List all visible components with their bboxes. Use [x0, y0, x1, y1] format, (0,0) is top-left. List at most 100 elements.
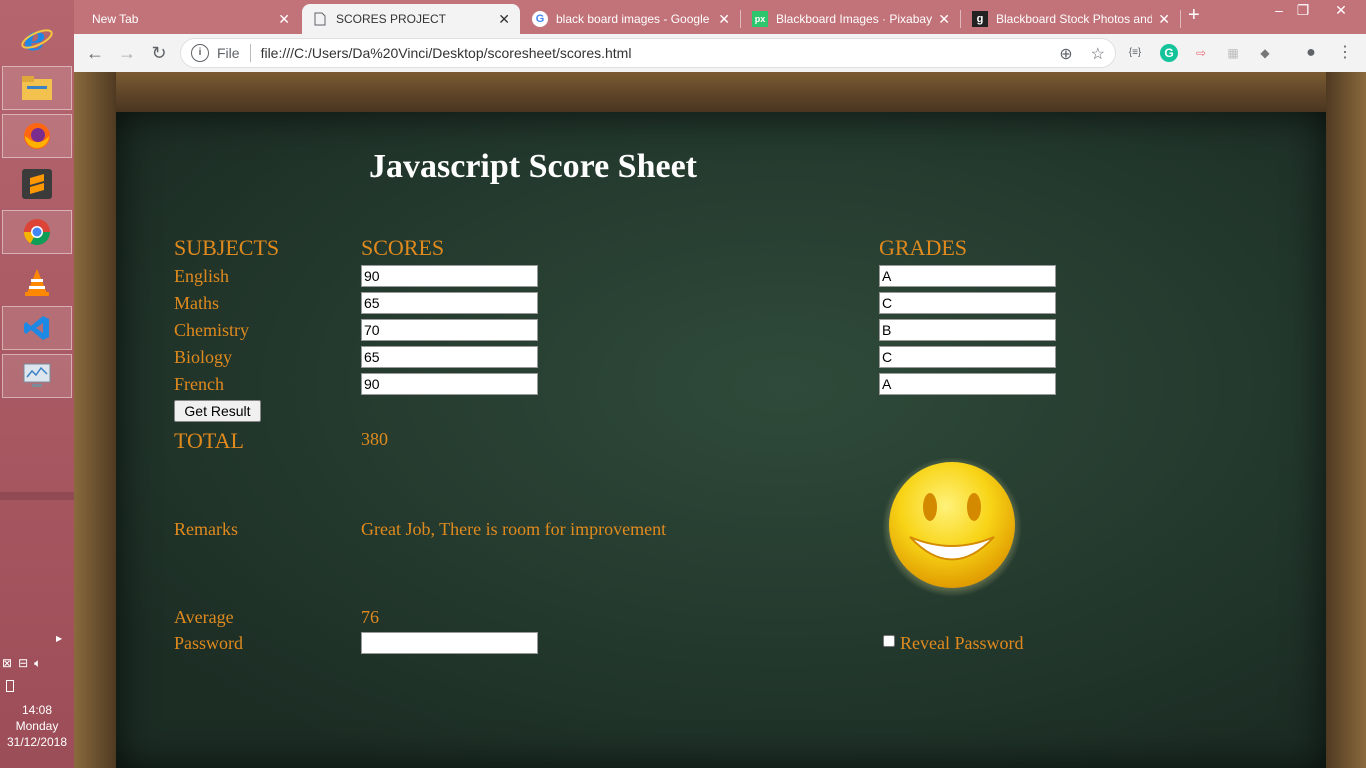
network-error-icon[interactable]: ⊠	[2, 656, 12, 671]
reveal-password-label[interactable]: Reveal Password	[900, 633, 1023, 654]
tab-title: Blackboard Stock Photos and	[996, 12, 1153, 26]
vlc-icon[interactable]	[2, 260, 72, 304]
tab-separator	[1180, 10, 1181, 28]
address-bar[interactable]: i File file:///C:/Users/Da%20Vinci/Deskt…	[180, 38, 1116, 68]
forward-arrow-icon[interactable]: →	[116, 42, 138, 64]
grade-input[interactable]: A	[879, 265, 1056, 287]
grade-input[interactable]: C	[879, 346, 1056, 368]
menu-dots-icon[interactable]: ⋮	[1336, 44, 1354, 62]
show-hidden-icons-icon[interactable]: ▶	[56, 634, 62, 643]
score-input[interactable]: 70	[361, 319, 538, 341]
smiley-face-icon	[882, 457, 1022, 607]
subject-label: French	[174, 374, 224, 394]
subject-label: Maths	[174, 293, 219, 313]
pixabay-icon: px	[752, 11, 768, 27]
zoom-icon[interactable]: ⊕	[1059, 44, 1072, 64]
network-icon[interactable]: ⊟	[18, 656, 28, 671]
tab-separator	[960, 10, 961, 28]
sublime-text-icon[interactable]	[2, 162, 72, 206]
blackboard-frame-left	[74, 72, 116, 768]
grade-input[interactable]: A	[879, 373, 1056, 395]
score-input[interactable]: 65	[361, 292, 538, 314]
close-icon[interactable]: ✕	[278, 11, 290, 28]
tab-title: Blackboard Images · Pixabay ·	[776, 12, 933, 26]
profile-icon[interactable]: ●	[1302, 44, 1320, 62]
google-icon: G	[532, 11, 548, 27]
password-input[interactable]	[361, 632, 538, 654]
extension-layers-icon[interactable]: ◆	[1256, 44, 1274, 62]
bookmark-star-icon[interactable]: ☆	[1091, 44, 1105, 64]
clock-date: 31/12/2018	[6, 735, 68, 749]
grades-header: GRADES	[879, 235, 968, 260]
browser-toolbar: ← → ↻ i File file:///C:/Users/Da%20Vinci…	[74, 34, 1366, 73]
close-icon[interactable]: ✕	[938, 11, 950, 28]
getty-icon: g	[972, 11, 988, 27]
tab-title: New Tab	[92, 12, 139, 26]
average-label: Average	[174, 607, 234, 627]
subject-label: Chemistry	[174, 320, 249, 340]
page-content: Javascript Score Sheet SUBJECTS SCORES G…	[74, 72, 1366, 768]
windows-taskbar: e ▶ ⊠ ⊟ 🔈︎ 14:08 Monday 31/12/2018	[0, 0, 74, 768]
remarks-value: Great Job, There is room for improvement	[361, 519, 667, 539]
subject-label: English	[174, 266, 230, 286]
system-monitor-icon[interactable]	[2, 354, 72, 398]
volume-icon[interactable]: 🔈︎	[34, 656, 41, 671]
firefox-icon[interactable]	[2, 114, 72, 158]
tab-google-search[interactable]: G black board images - Google ✕	[522, 4, 740, 34]
tab-getty-images[interactable]: g Blackboard Stock Photos and ✕	[962, 4, 1180, 34]
file-explorer-icon[interactable]	[2, 66, 72, 110]
restore-icon[interactable]: ❐	[1288, 2, 1318, 19]
password-label: Password	[174, 633, 244, 653]
tab-new-tab[interactable]: New Tab ✕	[82, 4, 300, 34]
clock-day: Monday	[15, 719, 59, 733]
battery-icon[interactable]	[6, 680, 14, 692]
tab-title: SCORES PROJECT	[336, 12, 447, 26]
clock-time: 14:08	[21, 703, 53, 717]
tab-pixabay[interactable]: px Blackboard Images · Pixabay · ✕	[742, 4, 960, 34]
tab-separator	[740, 10, 741, 28]
score-input[interactable]: 90	[361, 373, 538, 395]
total-label: TOTAL	[174, 428, 244, 453]
grade-input[interactable]: C	[879, 292, 1056, 314]
close-icon[interactable]: ✕	[498, 11, 510, 28]
extension-icon[interactable]: ⇨	[1192, 44, 1210, 62]
close-icon[interactable]: ✕	[718, 11, 730, 28]
address-separator	[249, 44, 251, 62]
tab-scores-project[interactable]: SCORES PROJECT ✕	[302, 4, 520, 34]
visual-studio-code-icon[interactable]	[2, 306, 72, 350]
total-value: 380	[361, 429, 388, 449]
blackboard	[116, 112, 1326, 768]
new-tab-icon[interactable]: +	[1188, 4, 1200, 27]
browser-window: New Tab ✕ SCORES PROJECT ✕ G black board…	[74, 0, 1366, 73]
score-input[interactable]: 65	[361, 346, 538, 368]
address-scheme: File	[217, 45, 240, 61]
close-icon[interactable]: ✕	[1158, 11, 1170, 28]
tab-strip: New Tab ✕ SCORES PROJECT ✕ G black board…	[74, 0, 1366, 34]
tab-title: black board images - Google	[556, 12, 710, 26]
taskbar-clock[interactable]: 14:08 Monday 31/12/2018	[0, 702, 74, 750]
score-input[interactable]: 90	[361, 265, 538, 287]
extension-grey-icon[interactable]: ▦	[1224, 44, 1242, 62]
reveal-password-checkbox[interactable]	[883, 635, 895, 647]
blackboard-frame-right	[1326, 72, 1366, 768]
blackboard-frame	[74, 72, 1366, 112]
address-url: file:///C:/Users/Da%20Vinci/Desktop/scor…	[260, 45, 632, 61]
remarks-label: Remarks	[174, 519, 238, 539]
page-title: Javascript Score Sheet	[369, 148, 697, 185]
chrome-icon[interactable]	[2, 210, 72, 254]
back-arrow-icon[interactable]: ←	[84, 42, 106, 64]
document-icon	[312, 11, 328, 27]
subject-label: Biology	[174, 347, 233, 367]
subjects-header: SUBJECTS	[174, 235, 280, 260]
info-icon[interactable]: i	[191, 44, 209, 62]
grammarly-icon[interactable]: G	[1160, 44, 1178, 62]
grade-input[interactable]: B	[879, 319, 1056, 341]
average-value: 76	[361, 607, 379, 627]
window-close-icon[interactable]: ✕	[1326, 2, 1356, 19]
json-viewer-icon[interactable]: {≡}	[1126, 44, 1144, 62]
taskbar-divider	[0, 492, 74, 500]
scores-header: SCORES	[361, 235, 445, 260]
internet-explorer-icon[interactable]: e	[2, 16, 72, 60]
get-result-button[interactable]: Get Result	[174, 400, 261, 422]
reload-icon[interactable]: ↻	[148, 42, 170, 64]
